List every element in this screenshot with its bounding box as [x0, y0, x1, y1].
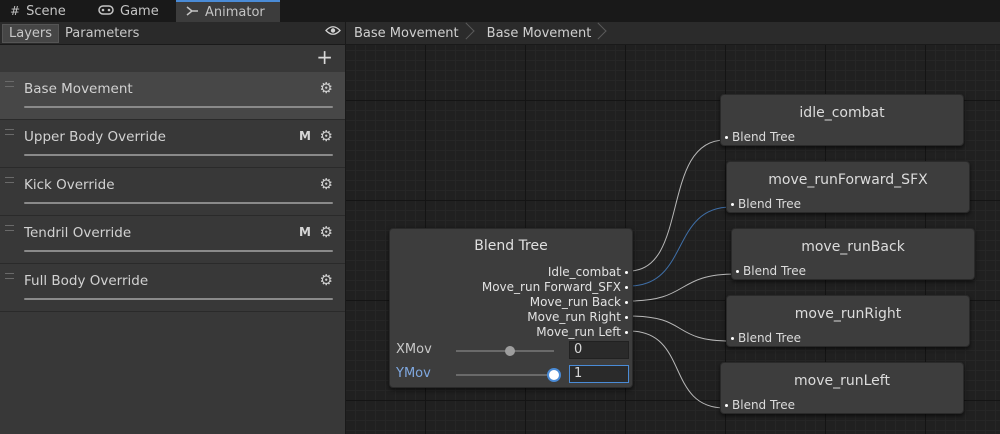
animator-icon — [186, 5, 199, 20]
drag-handle-icon[interactable] — [5, 177, 14, 183]
motion-node-title: move_runBack — [801, 239, 905, 255]
layer-name: Upper Body Override — [24, 129, 166, 145]
layer-weight-bar[interactable] — [24, 154, 333, 156]
panel-subtabs: Layers Parameters — [0, 22, 345, 45]
tab-animator-label: Animator — [205, 4, 265, 20]
output-label: Move_run Back — [529, 295, 621, 309]
layer-item[interactable]: Tendril Override M ⚙ — [0, 216, 345, 264]
param-label: XMov — [396, 342, 432, 357]
drag-handle-icon[interactable] — [5, 81, 14, 87]
grid-icon: # — [10, 4, 21, 18]
motion-node[interactable]: move_runForward_SFX Blend Tree — [726, 161, 970, 213]
port-dot-icon — [625, 300, 628, 304]
motion-node[interactable]: move_runLeft Blend Tree — [720, 362, 964, 414]
layer-weight-bar[interactable] — [24, 250, 333, 252]
breadcrumb-item[interactable]: Base Movement — [479, 22, 612, 44]
add-layer-button[interactable]: + — [316, 47, 333, 67]
tab-scene[interactable]: # Scene — [0, 0, 86, 22]
slider-knob[interactable] — [505, 346, 515, 356]
drag-handle-icon[interactable] — [5, 273, 14, 279]
layer-weight-bar[interactable] — [24, 106, 333, 108]
port-dot-icon — [625, 315, 628, 319]
motion-node-title: move_runLeft — [794, 373, 890, 389]
motion-node[interactable]: move_runRight Blend Tree — [726, 295, 970, 347]
output-label: Move_run Right — [527, 310, 621, 324]
blend-output-port[interactable]: Move_run Right — [527, 310, 628, 324]
motion-node-title: move_runForward_SFX — [768, 172, 928, 188]
subtab-parameters[interactable]: Parameters — [59, 24, 145, 43]
window-tab-bar: # Scene Game Animator — [0, 0, 1000, 23]
gear-icon[interactable]: ⚙ — [320, 127, 333, 145]
tab-game-label: Game — [120, 3, 159, 19]
slider-knob[interactable] — [547, 368, 561, 382]
motion-node-title: move_runRight — [794, 306, 902, 322]
xmov-slider[interactable] — [456, 346, 554, 356]
eye-icon[interactable] — [325, 25, 341, 40]
output-label: Move_run Left — [536, 325, 621, 339]
layer-item[interactable]: Base Movement ⚙ — [0, 72, 345, 120]
output-label: Move_run Forward_SFX — [481, 280, 621, 294]
port-label: Blend Tree — [743, 264, 806, 278]
motion-node-port[interactable]: Blend Tree — [731, 331, 801, 345]
blend-tree-title: Blend Tree — [474, 238, 548, 254]
breadcrumb: Base Movement Base Movement — [346, 22, 1000, 45]
motion-node-port[interactable]: Blend Tree — [731, 197, 801, 211]
motion-node[interactable]: move_runBack Blend Tree — [731, 228, 975, 280]
blend-output-port[interactable]: Move_run Back — [530, 295, 628, 309]
layer-name: Tendril Override — [24, 225, 132, 241]
layer-weight-bar[interactable] — [24, 298, 333, 300]
param-label: YMov — [396, 366, 431, 381]
output-label: Idle_combat — [547, 265, 621, 279]
gamepad-icon — [98, 4, 114, 18]
port-dot-icon — [625, 285, 628, 289]
layer-name: Full Body Override — [24, 273, 149, 289]
port-dot-icon — [731, 202, 734, 206]
xmov-value-field[interactable]: 0 — [569, 341, 629, 359]
layer-list: Base Movement ⚙ Upper Body Override M ⚙ … — [0, 72, 345, 312]
port-label: Blend Tree — [738, 197, 801, 211]
motion-node[interactable]: idle_combat Blend Tree — [720, 94, 964, 146]
breadcrumb-item[interactable]: Base Movement — [346, 22, 479, 44]
layer-item[interactable]: Full Body Override ⚙ — [0, 264, 345, 312]
blend-output-port[interactable]: Move_run Left — [536, 325, 628, 339]
gear-icon[interactable]: ⚙ — [320, 223, 333, 241]
mask-badge: M — [299, 225, 311, 239]
port-dot-icon — [736, 269, 739, 273]
ymov-value-field[interactable]: 1 — [569, 365, 629, 383]
subtab-layers[interactable]: Layers — [2, 24, 60, 43]
port-label: Blend Tree — [732, 398, 795, 412]
motion-node-title: idle_combat — [799, 105, 885, 121]
layer-name: Kick Override — [24, 177, 115, 193]
tab-animator[interactable]: Animator — [176, 0, 280, 22]
gear-icon[interactable]: ⚙ — [320, 175, 333, 193]
gear-icon[interactable]: ⚙ — [320, 79, 333, 97]
motion-node-port[interactable]: Blend Tree — [736, 264, 806, 278]
motion-node-port[interactable]: Blend Tree — [725, 130, 795, 144]
tab-scene-label: Scene — [26, 3, 66, 19]
layers-panel: Layers Parameters + Base Movement ⚙ Uppe… — [0, 22, 346, 434]
layer-item[interactable]: Upper Body Override M ⚙ — [0, 120, 345, 168]
drag-handle-icon[interactable] — [5, 225, 14, 231]
blend-output-port[interactable]: Move_run Forward_SFX — [482, 280, 628, 294]
port-dot-icon — [731, 336, 734, 340]
motion-node-port[interactable]: Blend Tree — [725, 398, 795, 412]
mask-badge: M — [299, 129, 311, 143]
layer-weight-bar[interactable] — [24, 202, 333, 204]
layer-item[interactable]: Kick Override ⚙ — [0, 168, 345, 216]
port-label: Blend Tree — [732, 130, 795, 144]
port-label: Blend Tree — [738, 331, 801, 345]
drag-handle-icon[interactable] — [5, 129, 14, 135]
port-dot-icon — [725, 135, 728, 139]
port-dot-icon — [625, 330, 628, 334]
blend-output-port[interactable]: Idle_combat — [548, 265, 628, 279]
layer-name: Base Movement — [24, 81, 133, 97]
blend-tree-node[interactable]: Blend Tree Idle_combat Move_run Forward_… — [389, 228, 633, 388]
gear-icon[interactable]: ⚙ — [320, 271, 333, 289]
ymov-slider[interactable] — [456, 368, 561, 382]
tab-game[interactable]: Game — [88, 0, 174, 22]
port-dot-icon — [725, 403, 728, 407]
port-dot-icon — [625, 270, 628, 274]
